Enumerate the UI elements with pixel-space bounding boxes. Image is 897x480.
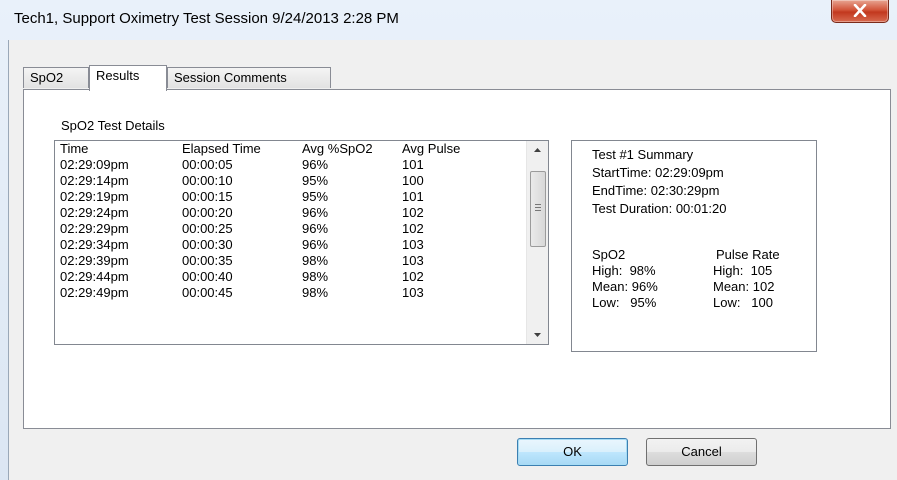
avg-pulse-cell: 101 bbox=[402, 157, 424, 172]
list-item[interactable]: 02:29:09pm 00:00:05 96% 101 bbox=[55, 157, 527, 173]
avg-pulse-cell: 102 bbox=[402, 221, 424, 236]
time-cell: 02:29:44pm bbox=[60, 269, 129, 284]
spo2-heading: SpO2 bbox=[592, 247, 626, 262]
elapsed-time-cell: 00:00:15 bbox=[182, 189, 233, 204]
avg-pulse-cell: 103 bbox=[402, 285, 424, 300]
avg-spo2-cell: 98% bbox=[302, 285, 329, 300]
results-panel: SpO2 Test Details Time Elapsed Time Avg … bbox=[23, 89, 891, 429]
list-item[interactable]: 02:29:44pm 00:00:40 98% 102 bbox=[55, 269, 527, 285]
tab-spo2[interactable]: SpO2 bbox=[23, 67, 89, 88]
spo2-low: Low: 95% bbox=[592, 295, 657, 310]
summary-start-time: StartTime: 02:29:09pm bbox=[592, 165, 724, 180]
time-cell: 02:29:34pm bbox=[60, 237, 129, 252]
spo2-mean: Mean: 96% bbox=[592, 279, 658, 294]
avg-spo2-cell: 96% bbox=[302, 157, 329, 172]
time-cell: 02:29:39pm bbox=[60, 253, 129, 268]
pulse-low: Low: 100 bbox=[713, 295, 773, 310]
summary-end-time: EndTime: 02:30:29pm bbox=[592, 183, 720, 198]
grip-line bbox=[535, 204, 541, 205]
time-cell: 02:29:09pm bbox=[60, 157, 129, 172]
elapsed-time-cell: 00:00:05 bbox=[182, 157, 233, 172]
avg-spo2-cell: 98% bbox=[302, 253, 329, 268]
header-elapsed-time: Elapsed Time bbox=[182, 141, 261, 156]
avg-spo2-cell: 96% bbox=[302, 237, 329, 252]
elapsed-time-cell: 00:00:20 bbox=[182, 205, 233, 220]
avg-pulse-cell: 103 bbox=[402, 237, 424, 252]
avg-spo2-cell: 95% bbox=[302, 173, 329, 188]
elapsed-time-cell: 00:00:40 bbox=[182, 269, 233, 284]
list-item[interactable]: 02:29:29pm 00:00:25 96% 102 bbox=[55, 221, 527, 237]
list-item[interactable]: 02:29:24pm 00:00:20 96% 102 bbox=[55, 205, 527, 221]
avg-pulse-cell: 101 bbox=[402, 189, 424, 204]
list-content: Time Elapsed Time Avg %SpO2 Avg Pulse 02… bbox=[55, 141, 527, 344]
dialog-window: Tech1, Support Oximetry Test Session 9/2… bbox=[0, 0, 897, 480]
elapsed-time-cell: 00:00:10 bbox=[182, 173, 233, 188]
header-avg-pulse: Avg Pulse bbox=[402, 141, 461, 156]
list-scrollbar[interactable] bbox=[526, 141, 548, 344]
elapsed-time-cell: 00:00:25 bbox=[182, 221, 233, 236]
avg-spo2-cell: 98% bbox=[302, 269, 329, 284]
avg-spo2-cell: 96% bbox=[302, 221, 329, 236]
list-item[interactable]: 02:29:19pm 00:00:15 95% 101 bbox=[55, 189, 527, 205]
scroll-down-button[interactable] bbox=[527, 327, 548, 344]
time-cell: 02:29:49pm bbox=[60, 285, 129, 300]
list-item[interactable]: 02:29:14pm 00:00:10 95% 100 bbox=[55, 173, 527, 189]
dialog-client-area: SpO2 Results Session Comments SpO2 Test … bbox=[8, 40, 897, 480]
header-avg-spo2: Avg %SpO2 bbox=[302, 141, 373, 156]
header-time: Time bbox=[60, 141, 89, 156]
test-details-list[interactable]: Time Elapsed Time Avg %SpO2 Avg Pulse 02… bbox=[54, 140, 549, 345]
time-cell: 02:29:24pm bbox=[60, 205, 129, 220]
tab-session-comments[interactable]: Session Comments bbox=[167, 67, 331, 88]
summary-duration: Test Duration: 00:01:20 bbox=[592, 201, 727, 216]
test-summary-box: Test #1 Summary StartTime: 02:29:09pm En… bbox=[571, 140, 817, 352]
time-cell: 02:29:19pm bbox=[60, 189, 129, 204]
close-icon bbox=[853, 4, 867, 17]
grip-line bbox=[535, 207, 541, 208]
spo2-high: High: 98% bbox=[592, 263, 656, 278]
tab-results[interactable]: Results bbox=[89, 65, 167, 91]
time-cell: 02:29:14pm bbox=[60, 173, 129, 188]
cancel-button[interactable]: Cancel bbox=[646, 438, 757, 466]
avg-pulse-cell: 102 bbox=[402, 205, 424, 220]
elapsed-time-cell: 00:00:45 bbox=[182, 285, 233, 300]
avg-pulse-cell: 102 bbox=[402, 269, 424, 284]
ok-button[interactable]: OK bbox=[517, 438, 628, 466]
time-cell: 02:29:29pm bbox=[60, 221, 129, 236]
avg-pulse-cell: 103 bbox=[402, 253, 424, 268]
avg-spo2-cell: 96% bbox=[302, 205, 329, 220]
title-bar[interactable]: Tech1, Support Oximetry Test Session 9/2… bbox=[0, 0, 897, 40]
list-item[interactable]: 02:29:34pm 00:00:30 96% 103 bbox=[55, 237, 527, 253]
scroll-thumb[interactable] bbox=[530, 171, 546, 247]
list-item[interactable]: 02:29:39pm 00:00:35 98% 103 bbox=[55, 253, 527, 269]
scroll-down-icon bbox=[534, 333, 541, 337]
list-header-row: Time Elapsed Time Avg %SpO2 Avg Pulse bbox=[55, 141, 527, 157]
elapsed-time-cell: 00:00:35 bbox=[182, 253, 233, 268]
close-button[interactable] bbox=[831, 0, 889, 23]
elapsed-time-cell: 00:00:30 bbox=[182, 237, 233, 252]
window-title: Tech1, Support Oximetry Test Session 9/2… bbox=[14, 10, 399, 27]
pulse-heading: Pulse Rate bbox=[716, 247, 780, 262]
pulse-high: High: 105 bbox=[713, 263, 773, 278]
summary-title: Test #1 Summary bbox=[592, 147, 694, 162]
scroll-up-button[interactable] bbox=[527, 141, 548, 158]
avg-pulse-cell: 100 bbox=[402, 173, 424, 188]
grip-line bbox=[535, 210, 541, 211]
scroll-up-icon bbox=[534, 148, 541, 152]
pulse-mean: Mean: 102 bbox=[713, 279, 775, 294]
details-group-label: SpO2 Test Details bbox=[61, 118, 165, 133]
avg-spo2-cell: 95% bbox=[302, 189, 329, 204]
list-item[interactable]: 02:29:49pm 00:00:45 98% 103 bbox=[55, 285, 527, 301]
